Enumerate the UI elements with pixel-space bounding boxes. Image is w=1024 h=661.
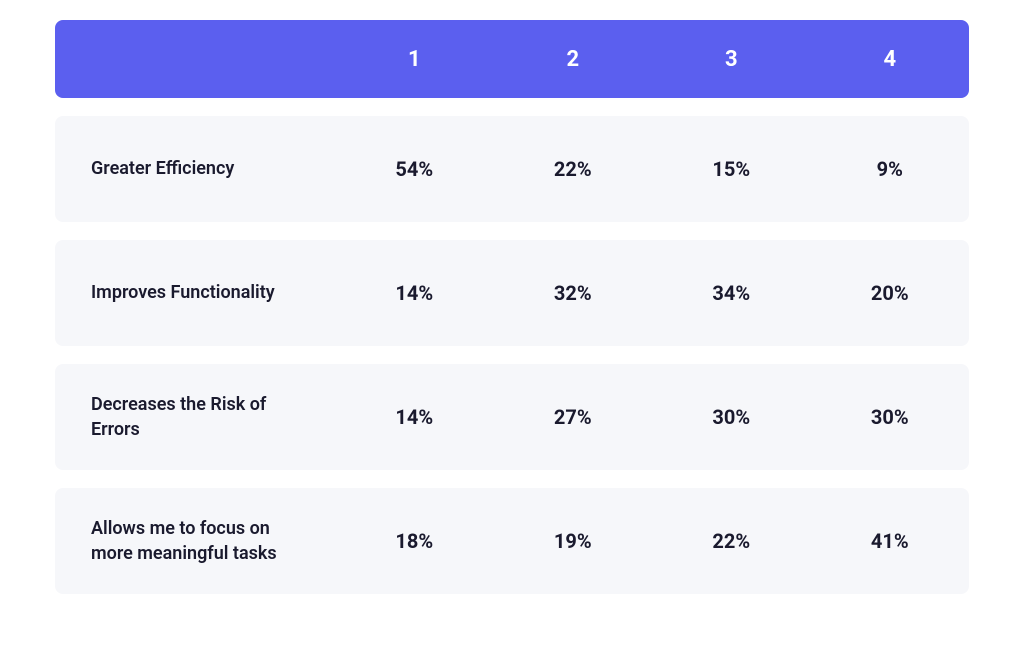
cell-value: 14% xyxy=(335,281,494,305)
cell-value: 15% xyxy=(652,157,811,181)
cell-value: 30% xyxy=(811,405,970,429)
cell-value: 14% xyxy=(335,405,494,429)
cell-value: 32% xyxy=(494,281,653,305)
row-label: Allows me to focus on more meaningful ta… xyxy=(55,516,335,566)
row-label: Decreases the Risk of Errors xyxy=(55,392,335,442)
row-label: Improves Functionality xyxy=(55,280,335,305)
cell-value: 41% xyxy=(811,529,970,553)
cell-value: 22% xyxy=(494,157,653,181)
table-row: Greater Efficiency 54% 22% 15% 9% xyxy=(55,116,969,222)
cell-value: 20% xyxy=(811,281,970,305)
cell-value: 19% xyxy=(494,529,653,553)
header-col-3: 3 xyxy=(652,47,811,72)
table-row: Improves Functionality 14% 32% 34% 20% xyxy=(55,240,969,346)
cell-value: 18% xyxy=(335,529,494,553)
table-row: Allows me to focus on more meaningful ta… xyxy=(55,488,969,594)
table-header-row: 1 2 3 4 xyxy=(55,20,969,98)
row-label: Greater Efficiency xyxy=(55,156,335,181)
header-col-4: 4 xyxy=(811,47,970,72)
cell-value: 9% xyxy=(811,157,970,181)
cell-value: 54% xyxy=(335,157,494,181)
header-col-1: 1 xyxy=(335,47,494,72)
table-row: Decreases the Risk of Errors 14% 27% 30%… xyxy=(55,364,969,470)
data-table: 1 2 3 4 Greater Efficiency 54% 22% 15% 9… xyxy=(55,20,969,594)
cell-value: 34% xyxy=(652,281,811,305)
cell-value: 27% xyxy=(494,405,653,429)
cell-value: 22% xyxy=(652,529,811,553)
cell-value: 30% xyxy=(652,405,811,429)
header-col-2: 2 xyxy=(494,47,653,72)
